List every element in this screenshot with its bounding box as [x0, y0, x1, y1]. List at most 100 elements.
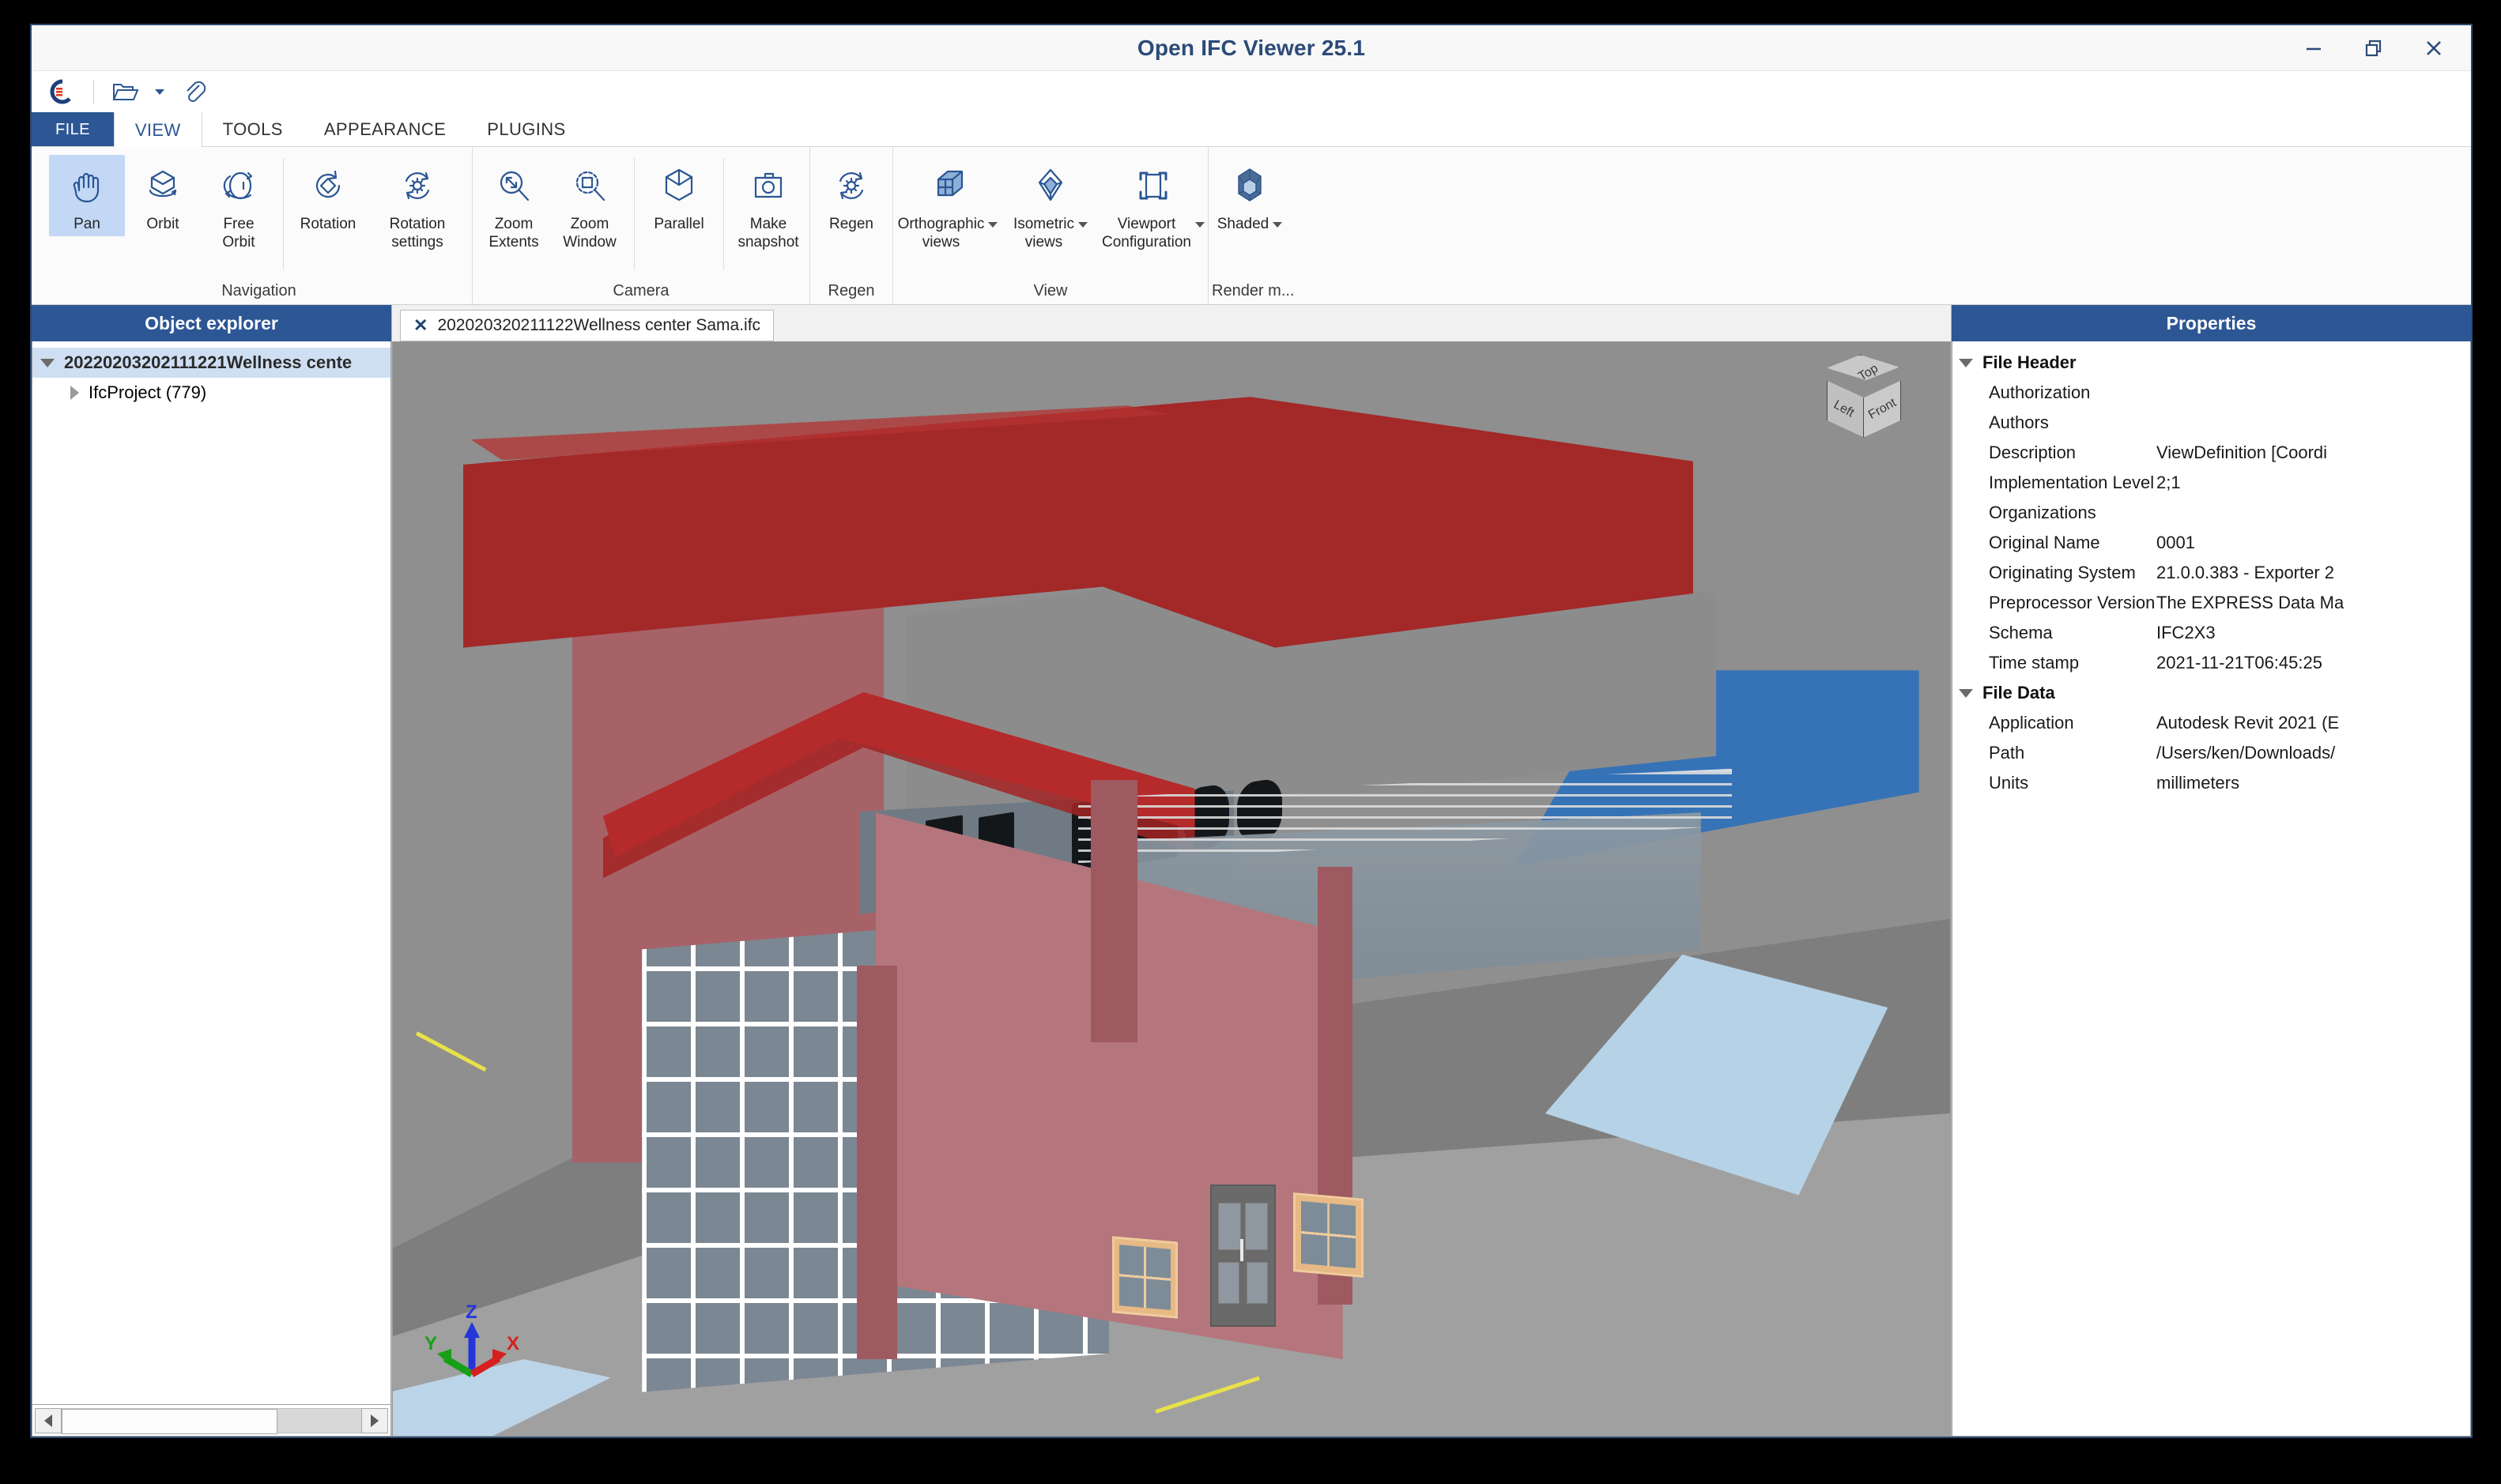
tree-node-label: IfcProject (779) [89, 382, 207, 402]
property-row[interactable]: Description ViewDefinition [Coordi [1952, 438, 2470, 468]
property-row[interactable]: Original Name 0001 [1952, 528, 2470, 558]
minimize-icon[interactable] [2297, 32, 2330, 65]
ribbon-tab-tools[interactable]: TOOLS [202, 112, 304, 147]
property-key: Time stamp [1989, 653, 2080, 672]
model-viewport-3d[interactable]: Top Left Front Z Y X [392, 341, 1951, 1437]
open-file-dropdown-icon[interactable] [151, 83, 168, 100]
property-row[interactable]: Path/Users/ken/Downloads/ [1952, 738, 2470, 768]
restore-icon[interactable] [2357, 32, 2390, 65]
view-cube[interactable]: Top Left Front [1824, 355, 1926, 450]
property-group-file-header[interactable]: File Header [1952, 348, 2470, 378]
ribbon-button-shaded[interactable]: Shaded [1212, 155, 1288, 236]
ribbon-button-orbit[interactable]: Orbit [125, 155, 201, 236]
property-value: ViewDefinition [Coordi [2156, 443, 2328, 462]
close-icon[interactable] [2417, 32, 2450, 65]
property-group-label: File Header [1982, 352, 2077, 372]
axis-label-z: Z [466, 1301, 477, 1323]
corner-pillar [857, 965, 898, 1360]
property-group-label: File Data [1982, 683, 2055, 702]
property-group-file-data[interactable]: File Data [1952, 678, 2470, 708]
scroll-thumb[interactable] [62, 1408, 277, 1434]
property-value: 2021-11-21T06:45:25 [2156, 653, 2322, 672]
attach-icon[interactable] [179, 77, 209, 106]
property-row[interactable]: Time stamp 2021-11-21T06:45:25 [1952, 648, 2470, 678]
chevron-down-icon[interactable] [1078, 222, 1088, 228]
properties-list[interactable]: File Header Authorization Authors Descripti… [1952, 341, 2471, 1437]
open-file-icon[interactable] [110, 78, 140, 105]
chevron-right-icon[interactable] [70, 386, 79, 400]
property-row[interactable]: Authors [1952, 408, 2470, 438]
property-row[interactable]: Organizations [1952, 498, 2470, 528]
corner-pillar [1090, 779, 1137, 1042]
scroll-left-arrow-icon[interactable] [35, 1407, 62, 1433]
ribbon-button-free-orbit[interactable]: Free Orbit [201, 155, 277, 254]
chevron-down-icon[interactable] [40, 358, 55, 367]
ribbon-button-regen[interactable]: Regen [813, 155, 889, 236]
ribbon-button-viewport-configuration[interactable]: Viewport Configuration [1102, 155, 1205, 254]
scroll-track[interactable] [62, 1407, 361, 1434]
ribbon-group-camera: Zoom Extents Zoom Window Parallel Make snapsho… [472, 147, 809, 304]
rotation-settings-icon [395, 160, 439, 212]
property-row[interactable]: Schema IFC2X3 [1952, 618, 2470, 648]
ribbon-group-navigation: Pan Orbit Free Orbit Rotation Rotation setting… [46, 147, 472, 304]
chevron-down-icon[interactable] [1959, 358, 1973, 367]
close-tab-icon[interactable]: ✕ [413, 315, 428, 336]
property-row[interactable]: Units millimeters [1952, 768, 2470, 798]
ribbon-group-label: Navigation [221, 281, 296, 299]
axis-label-y: Y [424, 1333, 438, 1354]
ribbon-button-zoom-window[interactable]: Zoom Window [552, 155, 628, 254]
ribbon-tab-view[interactable]: VIEW [113, 112, 202, 148]
object-explorer-hscrollbar[interactable] [32, 1405, 391, 1437]
app-logo-icon[interactable] [47, 77, 77, 107]
regen-gear-icon [829, 160, 873, 212]
ribbon-button-zoom-extents[interactable]: Zoom Extents [476, 155, 552, 254]
property-value: /Users/ken/Downloads/ [2156, 743, 2336, 763]
ribbon-group-buttons: Shaded [1212, 147, 1294, 277]
viewport-configuration-icon [1131, 160, 1175, 212]
window-title: Open IFC Viewer 25.1 [1137, 35, 1366, 60]
ribbon-button-parallel[interactable]: Parallel [641, 155, 717, 236]
ribbon-button-pan[interactable]: Pan [49, 155, 125, 237]
ribbon-tab-plugins[interactable]: PLUGINS [466, 112, 586, 147]
document-tab-label: 202020320211122Wellness center Sama.ifc [437, 316, 761, 334]
hand-pan-icon [65, 160, 109, 212]
ribbon-button-rotation-settings[interactable]: Rotation settings [366, 155, 469, 254]
ribbon-button-make-snapshot[interactable]: Make snapshot [730, 155, 806, 254]
property-row[interactable]: Authorization [1952, 378, 2470, 408]
chevron-down-icon[interactable] [988, 222, 998, 228]
chevron-down-icon[interactable] [1959, 688, 1973, 698]
tree-node-root[interactable]: 20220203202111221Wellness cente [32, 348, 390, 378]
ribbon-button-label: Pan [74, 216, 100, 232]
ribbon-tab-file[interactable]: FILE [32, 112, 114, 147]
property-row[interactable]: Preprocessor Version The EXPRESS Data Ma [1952, 588, 2470, 618]
ribbon-button-orthographic-views[interactable]: Orthographic views [896, 155, 999, 254]
property-row[interactable]: Application Autodesk Revit 2021 (E [1952, 708, 2470, 738]
property-value: Autodesk Revit 2021 (E [2156, 713, 2340, 733]
ribbon-tab-appearance[interactable]: APPEARANCE [304, 112, 466, 147]
property-key: Originating System [1989, 563, 2136, 582]
tree-node-ifcproject[interactable]: IfcProject (779) [32, 378, 390, 408]
property-key: Schema [1989, 623, 2053, 642]
property-key: Authors [1989, 412, 2049, 432]
property-value: 2;1 [2156, 473, 2181, 492]
ribbon-button-label: Free Orbit [222, 216, 255, 251]
property-value: 21.0.0.383 - Exporter 2 [2156, 563, 2335, 582]
ribbon-button-label: Rotation settings [389, 216, 446, 251]
application-window: Open IFC Viewer 25.1 FILE VIEW TOOLS APP… [30, 24, 2473, 1438]
ribbon-button-rotation[interactable]: Rotation [290, 155, 366, 236]
door-pane [1247, 1262, 1269, 1305]
object-tree[interactable]: 20220203202111221Wellness cente IfcProje… [32, 341, 391, 1405]
ribbon-group-buttons: Pan Orbit Free Orbit Rotation Rotation setting… [49, 147, 469, 277]
property-row[interactable]: Originating System 21.0.0.383 - Exporter … [1952, 558, 2470, 588]
ribbon-separator [634, 158, 635, 269]
property-key: Authorization [1989, 382, 2091, 402]
chevron-down-icon[interactable] [1195, 222, 1205, 228]
property-row[interactable]: Implementation Level 2;1 [1952, 468, 2470, 498]
orbit-cube-icon [141, 160, 185, 212]
document-tab[interactable]: ✕ 202020320211122Wellness center Sama.if… [400, 310, 775, 341]
ribbon-button-isometric-views[interactable]: Isometric views [999, 155, 1102, 254]
chevron-down-icon[interactable] [1273, 222, 1283, 228]
scroll-right-arrow-icon[interactable] [361, 1407, 388, 1433]
ribbon-button-label: Zoom Window [563, 216, 617, 251]
property-key: Original Name [1989, 533, 2100, 552]
